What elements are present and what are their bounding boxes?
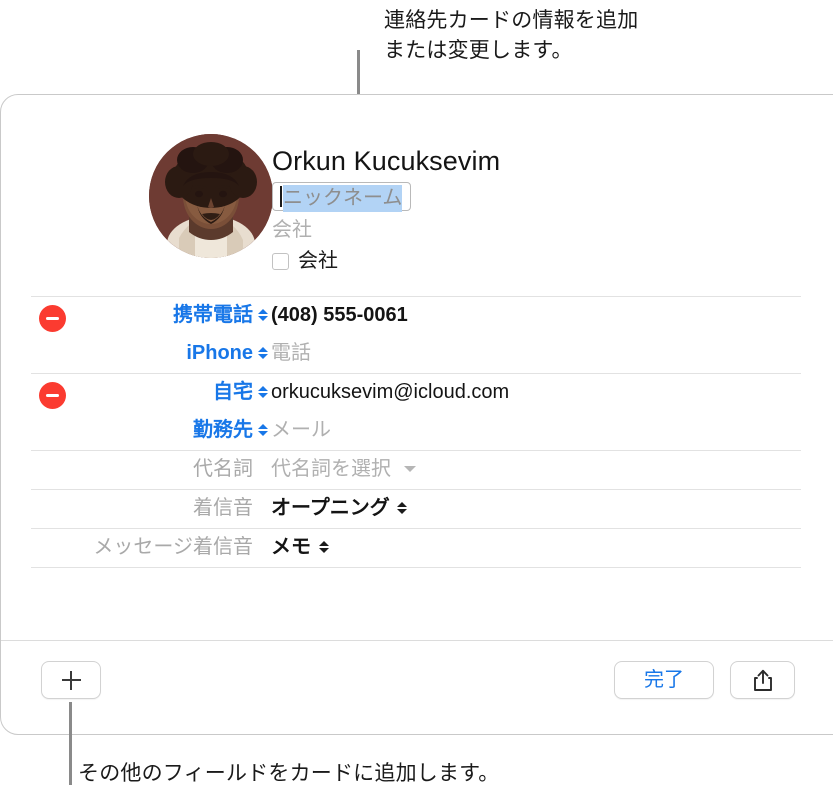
callout-top-text: 連絡先カードの情報を追加 または変更します。: [384, 9, 639, 62]
card-toolbar: 完了: [1, 641, 833, 734]
field-value-home-email[interactable]: orkucuksevim@icloud.com: [271, 380, 509, 404]
company-checkbox-label: 会社: [298, 250, 338, 272]
field-group-ringtone: 着信音 オープニング: [1, 489, 833, 527]
field-row-mobile[interactable]: 携帯電話 (408) 555-0061: [1, 296, 833, 334]
add-field-button[interactable]: [41, 661, 101, 699]
field-group-phone: 携帯電話 (408) 555-0061 iPhone 電話: [1, 296, 833, 372]
field-label-ringtone: 着信音: [193, 497, 253, 519]
contact-name[interactable]: Orkun Kucuksevim: [272, 145, 792, 177]
field-label-iphone[interactable]: iPhone: [1, 341, 253, 365]
field-row-work-email[interactable]: 勤務先 メール: [1, 411, 833, 449]
ringtone-select[interactable]: オープニング: [271, 496, 409, 520]
contact-card: Orkun Kucuksevim ニックネーム 会社 会社 携帯電話 (408)…: [0, 94, 833, 735]
field-row-ringtone[interactable]: 着信音 オープニング: [1, 489, 833, 527]
field-value-text-tone: メモ: [271, 536, 311, 558]
share-icon: [753, 669, 772, 691]
nickname-placeholder: ニックネーム: [283, 185, 403, 212]
pronouns-select[interactable]: 代名詞を選択: [271, 457, 416, 481]
card-header: Orkun Kucuksevim ニックネーム 会社 会社: [1, 95, 833, 295]
callout-bottom-leader-line: [69, 702, 72, 785]
field-row-text-tone[interactable]: メッセージ着信音 メモ: [1, 528, 833, 566]
field-label-work[interactable]: 勤務先: [1, 418, 253, 442]
company-checkbox-row[interactable]: 会社: [272, 249, 792, 273]
name-block: Orkun Kucuksevim ニックネーム 会社 会社: [272, 145, 792, 273]
company-input[interactable]: 会社: [272, 218, 792, 242]
field-label-home[interactable]: 自宅: [1, 380, 253, 404]
text-caret: [280, 185, 282, 207]
field-label-stepper-icon[interactable]: [256, 347, 269, 359]
field-value-ringtone: オープニング: [271, 497, 390, 519]
chevron-down-icon: [404, 466, 416, 472]
field-row-iphone[interactable]: iPhone 電話: [1, 334, 833, 372]
field-value-work-email[interactable]: メール: [271, 418, 331, 442]
stepper-icon: [317, 541, 330, 553]
field-group-pronouns: 代名詞 代名詞を選択: [1, 450, 833, 488]
field-value-iphone[interactable]: 電話: [271, 341, 311, 365]
company-checkbox[interactable]: [272, 252, 289, 270]
stepper-icon: [396, 502, 409, 514]
nickname-input[interactable]: ニックネーム: [272, 182, 412, 212]
field-value-mobile[interactable]: (408) 555-0061: [271, 303, 408, 327]
field-value-pronouns: 代名詞を選択: [271, 458, 391, 480]
field-label-mobile[interactable]: 携帯電話: [1, 303, 253, 327]
text-tone-select[interactable]: メモ: [271, 535, 330, 559]
callout-bottom-text: その他のフィールドをカードに追加します。: [78, 762, 500, 785]
share-button[interactable]: [730, 661, 795, 699]
done-button[interactable]: 完了: [614, 661, 714, 699]
field-list: 携帯電話 (408) 555-0061 iPhone 電話 自宅 orkucuk…: [1, 295, 833, 568]
field-label-stepper-icon[interactable]: [256, 424, 269, 436]
done-button-label: 完了: [644, 669, 684, 691]
field-group-texttone: メッセージ着信音 メモ: [1, 528, 833, 566]
field-label-stepper-icon[interactable]: [256, 309, 269, 321]
plus-icon: [61, 670, 81, 690]
field-label-pronouns: 代名詞: [193, 458, 253, 480]
field-group-email: 自宅 orkucuksevim@icloud.com 勤務先 メール: [1, 373, 833, 449]
field-row-home-email[interactable]: 自宅 orkucuksevim@icloud.com: [1, 373, 833, 411]
field-row-pronouns[interactable]: 代名詞 代名詞を選択: [1, 450, 833, 488]
field-label-text-tone: メッセージ着信音: [93, 536, 253, 558]
avatar[interactable]: [149, 134, 273, 258]
field-label-stepper-icon[interactable]: [256, 386, 269, 398]
group-separator: [31, 567, 801, 568]
